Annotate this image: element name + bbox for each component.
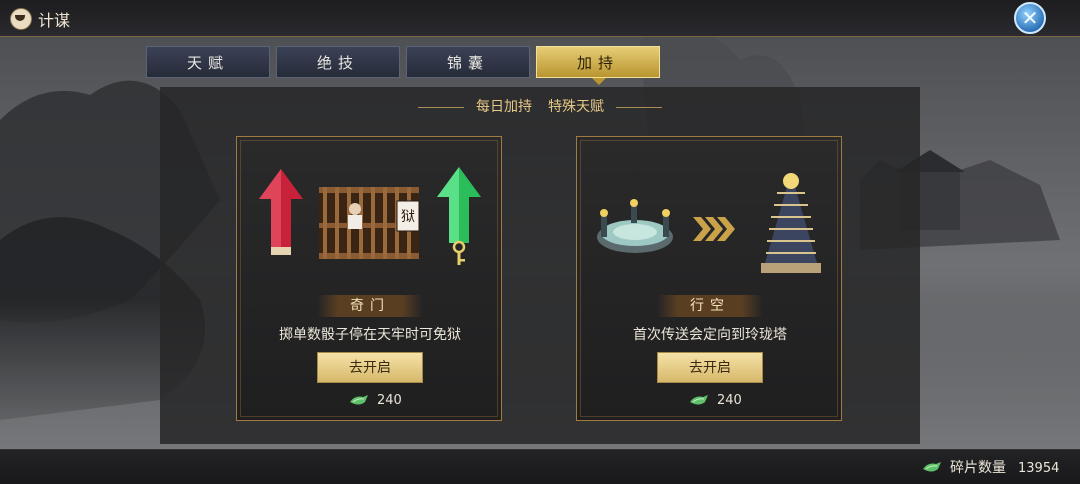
bonus-card-xingkong: 行空 首次传送会定向到玲珑塔 去开启 240 bbox=[576, 136, 842, 421]
subtitle-special: 特殊天赋 bbox=[548, 99, 604, 115]
top-bar: 计谋 ✕ bbox=[0, 0, 1080, 37]
card-description: 掷单数骰子停在天牢时可免狱 bbox=[279, 327, 461, 343]
fragment-count: 碎片数量 13954 bbox=[922, 457, 1059, 477]
mask-logo-icon bbox=[10, 8, 32, 30]
green-up-arrow-icon bbox=[437, 167, 481, 243]
fragment-label: 碎片数量 bbox=[950, 460, 1006, 476]
close-button[interactable]: ✕ bbox=[1014, 2, 1046, 34]
tab-pouch[interactable]: 锦囊 bbox=[406, 46, 530, 78]
activate-button[interactable]: 去开启 bbox=[657, 352, 763, 383]
tab-talent[interactable]: 天赋 bbox=[146, 46, 270, 78]
card-name: 行空 bbox=[657, 295, 763, 317]
tab-bonus[interactable]: 加持 bbox=[536, 46, 660, 85]
bonus-card-qimen: 狱 奇门 掷单数骰子停在天牢时可免狱 去开启 240 bbox=[236, 136, 502, 421]
bottom-bar bbox=[0, 449, 1080, 484]
card-cost: 240 bbox=[689, 393, 742, 411]
key-icon bbox=[452, 240, 466, 265]
page-title: 计谋 bbox=[38, 11, 71, 30]
bonus-panel: 每日加持 特殊天赋 狱 奇门 掷单数骰子停在天牢时可免狱 去开启 240 行空 … bbox=[160, 87, 920, 444]
panel-subtitle: 每日加持 特殊天赋 bbox=[160, 96, 920, 116]
card-art-xingkong bbox=[597, 173, 821, 273]
svg-text:狱: 狱 bbox=[401, 209, 415, 225]
card-name: 奇门 bbox=[317, 295, 423, 317]
tab-skill[interactable]: 绝技 bbox=[276, 46, 400, 78]
red-up-arrow-icon bbox=[259, 169, 303, 255]
crossed-swords-close-icon: ✕ bbox=[1021, 6, 1039, 30]
card-description: 首次传送会定向到玲珑塔 bbox=[633, 327, 787, 343]
card-cost-value: 240 bbox=[377, 393, 402, 408]
activate-button[interactable]: 去开启 bbox=[317, 352, 423, 383]
fragment-value: 13954 bbox=[1018, 461, 1060, 476]
card-cost-value: 240 bbox=[717, 393, 742, 408]
card-art-qimen: 狱 bbox=[259, 167, 481, 265]
prison-cage-icon: 狱 bbox=[319, 187, 420, 259]
subtitle-daily: 每日加持 bbox=[476, 99, 532, 115]
jade-fragment-icon bbox=[349, 394, 369, 408]
jade-fragment-icon bbox=[689, 394, 709, 408]
divider-left bbox=[418, 106, 464, 108]
teleport-altar-icon bbox=[597, 199, 673, 253]
chevron-right-icon bbox=[693, 217, 735, 241]
divider-right bbox=[616, 106, 662, 108]
pagoda-tower-icon bbox=[761, 173, 821, 273]
jade-fragment-icon bbox=[922, 461, 942, 475]
card-cost: 240 bbox=[349, 393, 402, 411]
